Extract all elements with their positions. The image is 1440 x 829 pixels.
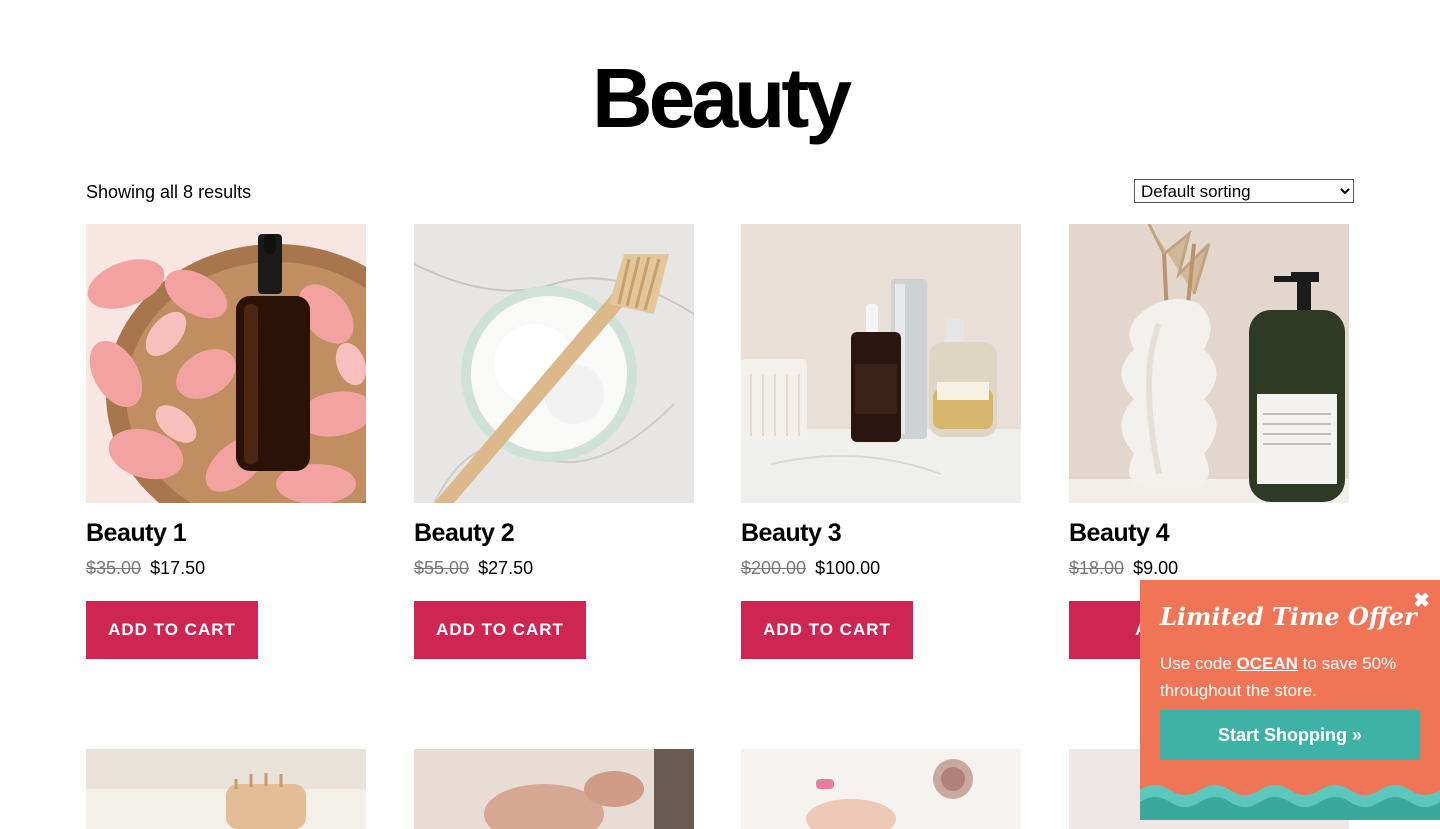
product-price: $200.00 $100.00: [741, 558, 1021, 579]
product-image[interactable]: [414, 749, 694, 829]
add-to-cart-button[interactable]: ADD TO CART: [86, 601, 258, 659]
product-price: $35.00 $17.50: [86, 558, 366, 579]
product-price: $18.00 $9.00: [1069, 558, 1349, 579]
wave-decoration: [1140, 785, 1440, 820]
regular-price: $35.00: [86, 558, 142, 578]
product-price: $55.00 $27.50: [414, 558, 694, 579]
product-image[interactable]: [414, 224, 694, 503]
product-card: Beauty 1 $35.00 $17.50 ADD TO CART: [86, 224, 366, 659]
product-title[interactable]: Beauty 1: [86, 519, 366, 548]
product-image[interactable]: [86, 749, 366, 829]
promo-popup: ✖ Limited Time Offer Use code OCEAN to s…: [1140, 580, 1440, 820]
add-to-cart-button[interactable]: ADD TO CART: [414, 601, 586, 659]
add-to-cart-button[interactable]: ADD TO CART: [741, 601, 913, 659]
product-image[interactable]: [86, 224, 366, 503]
sale-price: $100.00: [815, 558, 881, 578]
sort-select[interactable]: Default sorting: [1134, 179, 1354, 203]
product-title[interactable]: Beauty 4: [1069, 519, 1349, 548]
regular-price: $55.00: [414, 558, 470, 578]
popup-text: Use code OCEAN to save 50% throughout th…: [1160, 650, 1430, 704]
product-image[interactable]: [741, 224, 1021, 503]
sale-price: $27.50: [478, 558, 534, 578]
product-image[interactable]: [1069, 224, 1349, 503]
product-card: Beauty 2 $55.00 $27.50 ADD TO CART: [414, 224, 694, 659]
coupon-code: OCEAN: [1236, 654, 1298, 673]
product-title[interactable]: Beauty 3: [741, 519, 1021, 548]
popup-text-before: Use code: [1160, 654, 1237, 673]
product-card: Beauty 3 $200.00 $100.00 ADD TO CART: [741, 224, 1021, 659]
popup-title: Limited Time Offer: [1160, 602, 1417, 631]
product-image[interactable]: [741, 749, 1021, 829]
sale-price: $9.00: [1133, 558, 1179, 578]
regular-price: $200.00: [741, 558, 807, 578]
result-count: Showing all 8 results: [86, 182, 252, 202]
start-shopping-button[interactable]: Start Shopping »: [1160, 710, 1420, 760]
sale-price: $17.50: [150, 558, 206, 578]
regular-price: $18.00: [1069, 558, 1125, 578]
product-title[interactable]: Beauty 2: [414, 519, 694, 548]
page-title: Beauty: [591, 51, 852, 145]
